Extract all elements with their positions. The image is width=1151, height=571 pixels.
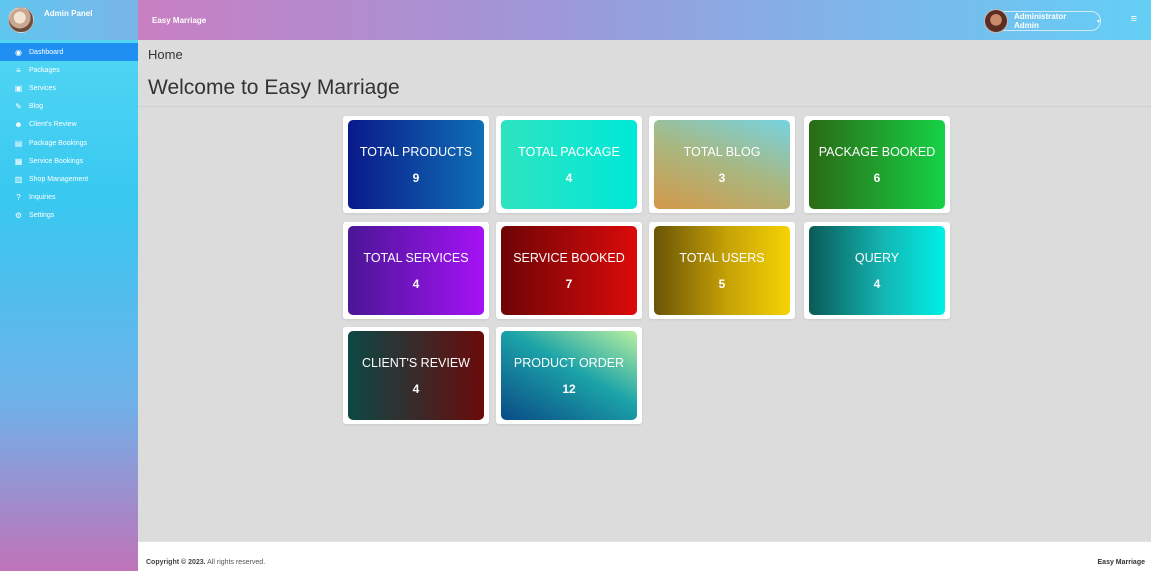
user-avatar xyxy=(984,9,1008,33)
sidebar-item-label: Client's Review xyxy=(29,121,77,129)
sidebar-item-label: Inquiries xyxy=(29,194,56,202)
stat-card-service-booked[interactable]: SERVICE BOOKED 7 xyxy=(501,226,637,315)
sidebar-nav: ◉ Dashboard ≡ Packages ▣ Services ✎ Blog… xyxy=(0,43,138,225)
stat-card-frame: SERVICE BOOKED 7 xyxy=(496,222,642,319)
stat-card-frame: TOTAL SERVICES 4 xyxy=(343,222,489,319)
stat-card-label: TOTAL PACKAGE xyxy=(518,144,620,159)
stat-card-label: TOTAL BLOG xyxy=(683,144,761,159)
sidebar-item-label: Services xyxy=(29,84,56,92)
clipboard-icon: ▤ xyxy=(14,138,23,148)
calendar-icon: ▦ xyxy=(14,156,23,166)
stat-card-frame: TOTAL PACKAGE 4 xyxy=(496,116,642,213)
sidebar-item-label: Packages xyxy=(29,66,60,74)
shop-icon: ▥ xyxy=(14,174,23,184)
sidebar-item-label: Settings xyxy=(29,212,55,220)
stat-card-value: 12 xyxy=(562,381,576,396)
stat-card-value: 4 xyxy=(412,276,420,291)
admin-avatar xyxy=(8,7,34,33)
stat-card-frame: PACKAGE BOOKED 6 xyxy=(804,116,950,213)
stat-card-frame: TOTAL USERS 5 xyxy=(649,222,795,319)
stat-card-label: TOTAL USERS xyxy=(679,250,765,265)
stat-card-value: 7 xyxy=(565,276,573,291)
sidebar-brand[interactable]: Admin Panel xyxy=(0,0,138,40)
stat-card-total-products[interactable]: TOTAL PRODUCTS 9 xyxy=(348,120,484,209)
stat-card-package-booked[interactable]: PACKAGE BOOKED 6 xyxy=(809,120,945,209)
breadcrumb: Home xyxy=(148,47,183,62)
gift-icon: ▣ xyxy=(14,83,23,93)
sidebar-item-package-bookings[interactable]: ▤ Package Bookings xyxy=(0,134,138,152)
sidebar-item-services[interactable]: ▣ Services xyxy=(0,79,138,97)
stat-card-label: SERVICE BOOKED xyxy=(513,250,625,265)
stat-card-total-services[interactable]: TOTAL SERVICES 4 xyxy=(348,226,484,315)
stat-card-value: 9 xyxy=(412,170,420,185)
sidebar-item-inquiries[interactable]: ? Inquiries xyxy=(0,189,138,207)
stat-card-value: 4 xyxy=(565,170,573,185)
stat-card-clients-review[interactable]: CLIENT'S REVIEW 4 xyxy=(348,331,484,420)
stat-card-value: 4 xyxy=(873,276,881,291)
sidebar-item-label: Shop Management xyxy=(29,175,89,183)
sidebar-item-packages[interactable]: ≡ Packages xyxy=(0,61,138,79)
blog-icon: ✎ xyxy=(15,102,22,112)
user-menu-button[interactable]: Administrator Admin ▾ xyxy=(984,9,1101,33)
stat-card-query[interactable]: QUERY 4 xyxy=(809,226,945,315)
dashboard-icon: ◉ xyxy=(15,47,22,57)
sidebar-item-settings[interactable]: ⚙ Settings xyxy=(0,207,138,225)
stat-card-frame: TOTAL PRODUCTS 9 xyxy=(343,116,489,213)
stat-card-label: CLIENT'S REVIEW xyxy=(362,355,470,370)
stat-card-frame: CLIENT'S REVIEW 4 xyxy=(343,327,489,424)
stat-card-label: QUERY xyxy=(854,250,900,265)
sidebar-item-dashboard[interactable]: ◉ Dashboard xyxy=(0,43,138,62)
page-title: Welcome to Easy Marriage xyxy=(148,76,400,99)
database-icon: ≡ xyxy=(16,65,21,75)
stat-card-value: 3 xyxy=(718,170,726,185)
sidebar-item-clients-review[interactable]: ☻ Client's Review xyxy=(0,116,138,134)
users-icon: ☻ xyxy=(14,120,23,130)
stat-card-label: PACKAGE BOOKED xyxy=(818,144,936,159)
stat-card-product-order[interactable]: PRODUCT ORDER 12 xyxy=(501,331,637,420)
stat-card-frame: TOTAL BLOG 3 xyxy=(649,116,795,213)
brand-title: Admin Panel xyxy=(44,8,93,18)
sidebar-item-service-bookings[interactable]: ▦ Service Bookings xyxy=(0,152,138,170)
stat-card-frame: QUERY 4 xyxy=(804,222,950,319)
footer: Copyright © 2023. All rights reserved. E… xyxy=(138,541,1151,571)
settings-icon: ⚙ xyxy=(14,211,23,221)
copyright-text: Copyright © 2023. All rights reserved. xyxy=(146,559,265,566)
stat-card-label: TOTAL SERVICES xyxy=(363,250,469,265)
sidebar-item-label: Dashboard xyxy=(29,48,64,56)
stat-card-value: 5 xyxy=(718,276,726,291)
divider xyxy=(138,106,1151,107)
main-content: Home Welcome to Easy Marriage TOTAL PROD… xyxy=(138,40,1151,541)
sidebar: Admin Panel ◉ Dashboard ≡ Packages ▣ Ser… xyxy=(0,0,138,571)
question-icon: ? xyxy=(16,193,21,203)
hamburger-menu-icon[interactable]: ≡ xyxy=(1131,14,1137,25)
sidebar-item-label: Blog xyxy=(29,103,44,111)
user-name: Administrator Admin xyxy=(1013,12,1067,30)
stat-card-total-package[interactable]: TOTAL PACKAGE 4 xyxy=(501,120,637,209)
stat-card-total-blog[interactable]: TOTAL BLOG 3 xyxy=(654,120,790,209)
copyright-rights: All rights reserved. xyxy=(205,559,266,566)
stat-card-label: PRODUCT ORDER xyxy=(513,355,625,370)
stat-card-value: 6 xyxy=(873,170,881,185)
top-navbar: Easy Marriage Administrator Admin ▾ ≡ xyxy=(138,0,1151,40)
app-title[interactable]: Easy Marriage xyxy=(152,16,206,25)
footer-brand: Easy Marriage xyxy=(1097,559,1145,566)
sidebar-item-label: Service Bookings xyxy=(29,157,84,165)
stat-card-total-users[interactable]: TOTAL USERS 5 xyxy=(654,226,790,315)
sidebar-item-label: Package Bookings xyxy=(29,139,87,147)
chevron-down-icon: ▾ xyxy=(1096,18,1100,25)
stat-card-value: 4 xyxy=(412,381,420,396)
sidebar-item-shop-management[interactable]: ▥ Shop Management xyxy=(0,170,138,188)
sidebar-item-blog[interactable]: ✎ Blog xyxy=(0,98,138,116)
copyright-year: Copyright © 2023. xyxy=(146,559,206,566)
stat-card-frame: PRODUCT ORDER 12 xyxy=(496,327,642,424)
stat-card-label: TOTAL PRODUCTS xyxy=(359,144,473,159)
